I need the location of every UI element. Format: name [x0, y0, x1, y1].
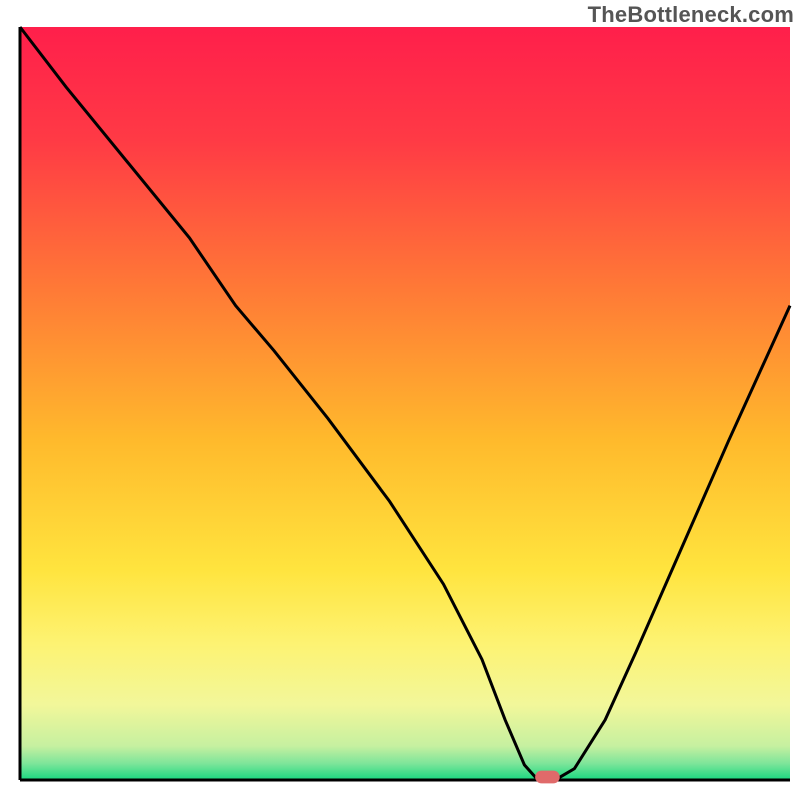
watermark-label: TheBottleneck.com [588, 2, 794, 28]
chart-svg [0, 0, 800, 800]
optimal-marker [535, 771, 560, 784]
chart-container: TheBottleneck.com [0, 0, 800, 800]
plot-background [20, 27, 790, 780]
